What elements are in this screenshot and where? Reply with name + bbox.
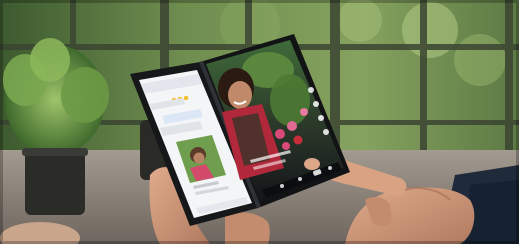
fingertip xyxy=(304,158,320,170)
foldable-phone-photo xyxy=(0,0,519,244)
